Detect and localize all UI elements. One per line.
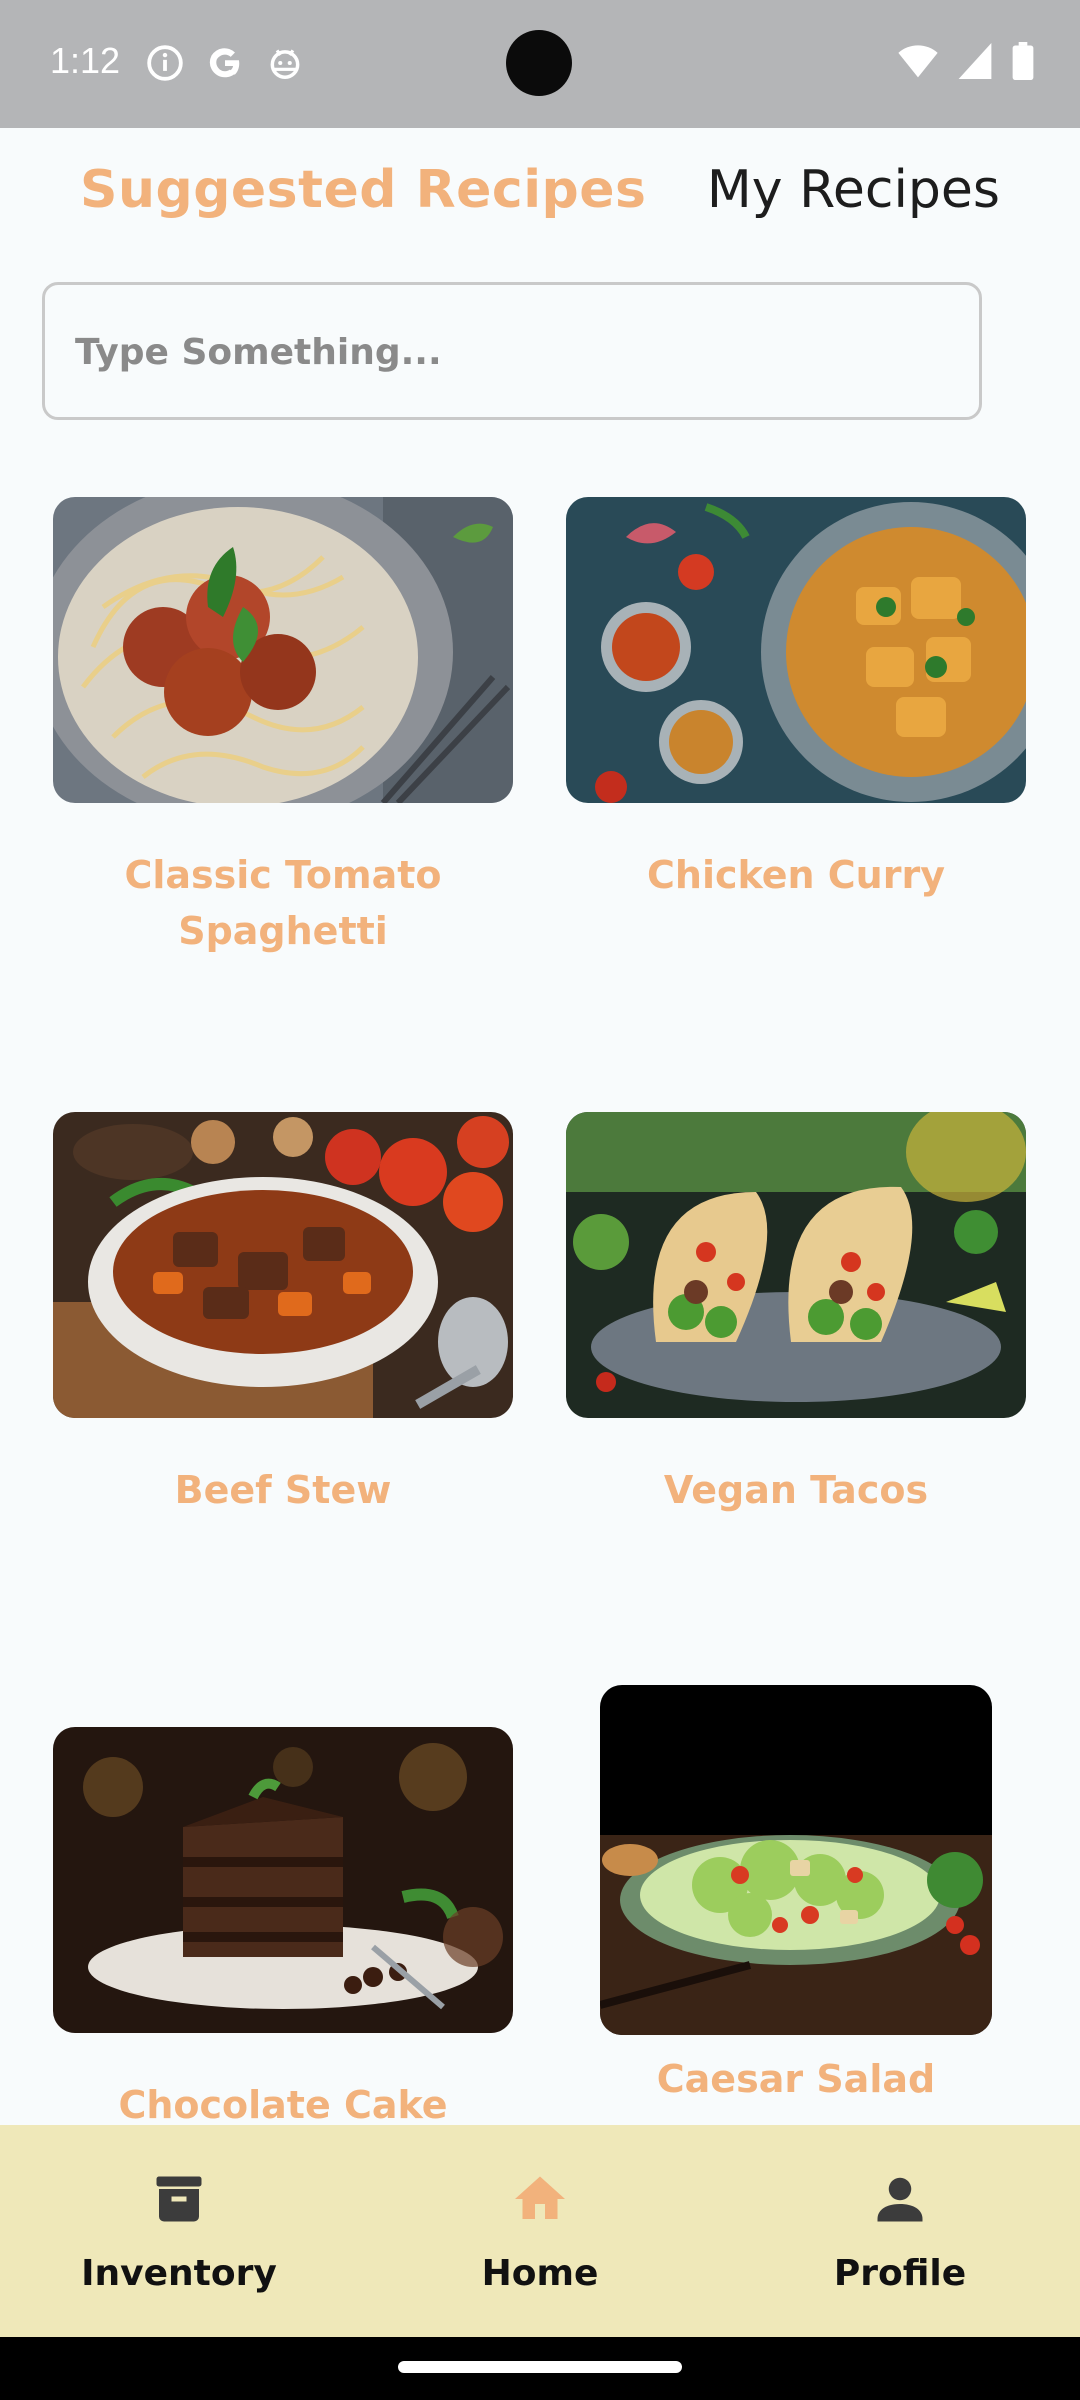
recipe-image-chocolate-cake[interactable] (53, 1727, 513, 2033)
recipe-card[interactable]: Vegan Tacos (566, 1112, 1026, 1518)
battery-icon (1012, 42, 1034, 80)
recipe-card[interactable]: Caesar Salad (566, 1685, 1026, 2107)
android-icon (270, 49, 300, 79)
recipe-title[interactable]: Caesar Salad (566, 2051, 1026, 2107)
tab-suggested-recipes[interactable]: Suggested Recipes (80, 160, 646, 220)
google-icon (209, 48, 240, 78)
recipe-title[interactable]: Classic Tomato Spaghetti (53, 847, 513, 959)
home-icon (515, 2176, 565, 2219)
status-time: 1:12 (50, 40, 121, 81)
status-bar: 1:12 (0, 0, 1080, 128)
recipe-image-caesar-salad[interactable] (600, 1685, 992, 2035)
recipe-card[interactable]: Beef Stew (53, 1112, 513, 1518)
nav-item-profile[interactable]: Profile (750, 2169, 1050, 2294)
info-icon (147, 45, 183, 81)
nav-label-profile: Profile (833, 2253, 967, 2294)
person-icon (877, 2177, 923, 2222)
signal-icon (958, 43, 992, 79)
recipe-title[interactable]: Vegan Tacos (566, 1462, 1026, 1518)
recipe-image-vegan-tacos[interactable] (566, 1112, 1026, 1418)
recipe-image-beef-stew[interactable] (53, 1112, 513, 1418)
recipe-card[interactable]: Classic Tomato Spaghetti (53, 497, 513, 959)
recipe-card[interactable]: Chocolate Cake (53, 1727, 513, 2133)
tab-my-recipes[interactable]: My Recipes (707, 160, 1000, 220)
recipe-image-curry[interactable] (566, 497, 1026, 803)
camera-cutout (506, 30, 572, 96)
search-box[interactable] (42, 282, 982, 420)
recipe-card[interactable]: Chicken Curry (566, 497, 1026, 903)
nav-label-inventory: Inventory (81, 2253, 277, 2294)
bottom-navigation: Inventory Home Profile (0, 2125, 1080, 2337)
archive-icon (156, 2176, 202, 2222)
recipe-image-spaghetti[interactable] (53, 497, 513, 803)
wifi-icon (898, 45, 938, 78)
gesture-navigation-area (0, 2337, 1080, 2400)
recipe-title[interactable]: Chicken Curry (566, 847, 1026, 903)
gesture-handle[interactable] (398, 2361, 682, 2373)
nav-item-inventory[interactable]: Inventory (29, 2169, 329, 2294)
nav-label-home: Home (481, 2253, 599, 2294)
search-input[interactable] (73, 285, 957, 419)
nav-item-home[interactable]: Home (390, 2169, 690, 2294)
recipe-title[interactable]: Beef Stew (53, 1462, 513, 1518)
